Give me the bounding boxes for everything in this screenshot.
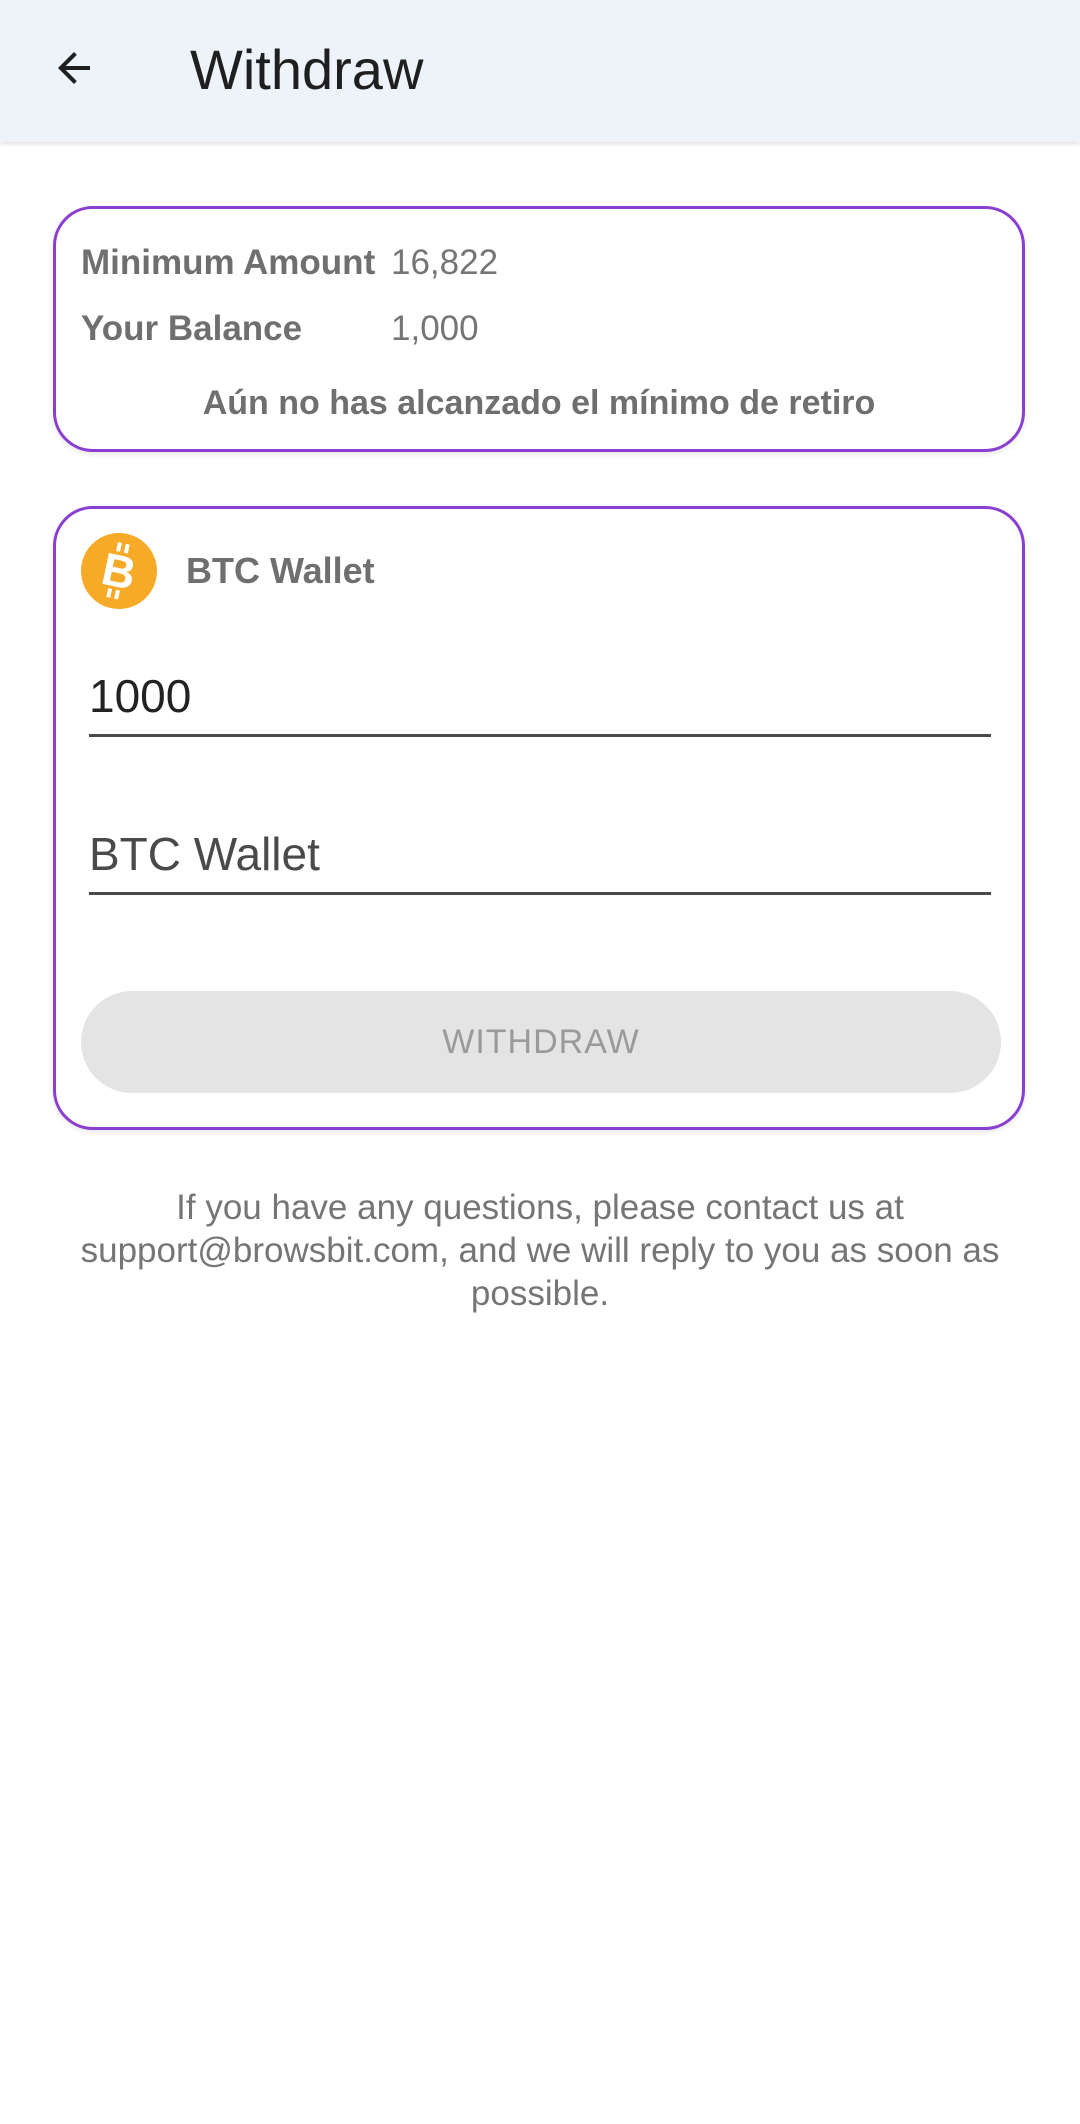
minimum-amount-value: 16,822	[391, 243, 499, 282]
btc-wallet-address-input[interactable]	[89, 819, 991, 895]
arrow-left-icon	[58, 52, 90, 84]
support-contact-text: If you have any questions, please contac…	[80, 1188, 1000, 1313]
amount-input[interactable]	[89, 661, 991, 737]
minimum-amount-label: Minimum Amount	[81, 243, 376, 282]
page-title: Withdraw	[190, 38, 424, 101]
balance-value: 1,000	[391, 309, 479, 348]
withdraw-button[interactable]: WITHDRAW	[81, 991, 1001, 1093]
btc-wallet-card: B BTC Wallet WITHDRAW	[53, 506, 1025, 1130]
balance-label: Your Balance	[81, 309, 303, 348]
minimum-not-reached-notice: Aún no has alcanzado el mínimo de retiro	[202, 384, 876, 422]
back-button[interactable]	[38, 32, 110, 104]
withdraw-info-card: Minimum Amount 16,822 Your Balance 1,000…	[53, 206, 1025, 452]
bitcoin-icon: B	[81, 533, 157, 609]
wallet-title: BTC Wallet	[186, 550, 375, 591]
app-bar: Withdraw	[0, 0, 1080, 142]
